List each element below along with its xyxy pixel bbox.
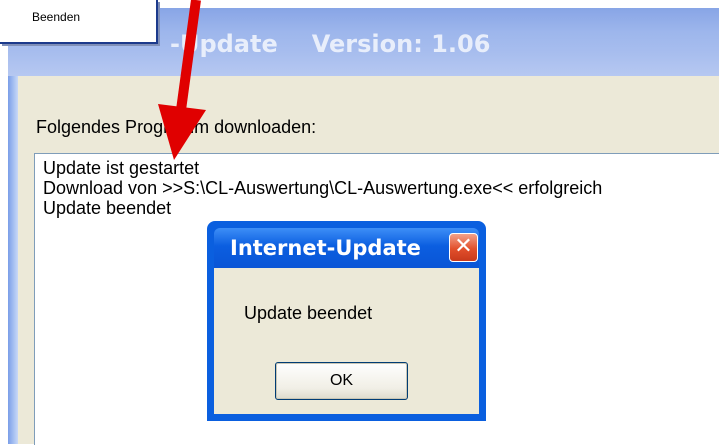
close-icon[interactable]: ✕: [449, 233, 478, 262]
dialog-title: Internet-Update: [230, 236, 421, 260]
dialog-message: Update beendet: [244, 303, 373, 323]
arrow-head: [158, 104, 206, 160]
arrow-shaft: [176, 0, 201, 111]
dialog-titlebar[interactable]: Internet-Update ✕: [214, 228, 479, 268]
ok-button[interactable]: OK: [275, 362, 408, 400]
